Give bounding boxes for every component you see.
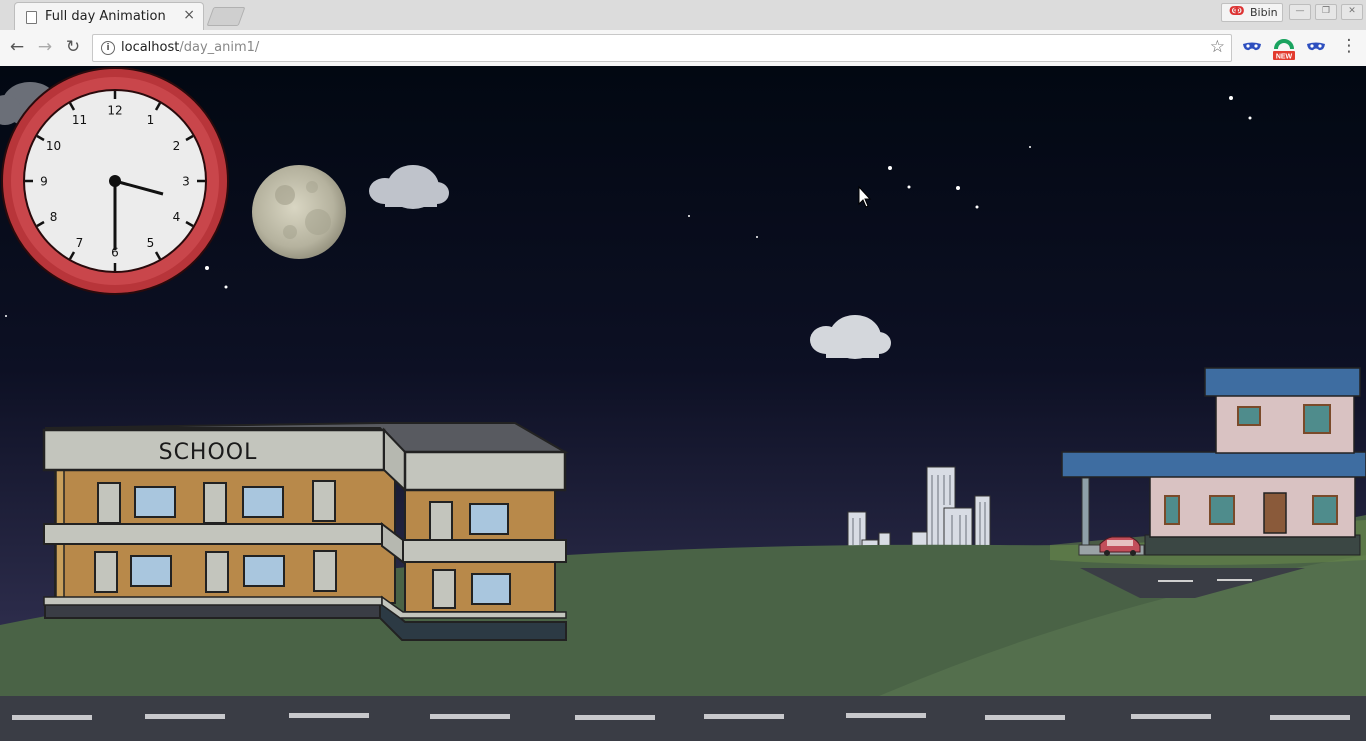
clock-numeral-9: 9	[40, 175, 48, 189]
new-tab-button[interactable]	[206, 7, 246, 26]
star	[224, 285, 228, 289]
browser-chrome: Full day Animation × ↂ Bibin — ❐ ✕ ← → ↻…	[0, 0, 1366, 67]
url-path: /day_anim1/	[179, 40, 260, 55]
school-label: SCHOOL	[159, 440, 258, 465]
site-info-icon[interactable]: i	[101, 41, 115, 55]
tab-full-day-animation[interactable]: Full day Animation ×	[14, 2, 204, 31]
profile-icon: ↂ	[1229, 4, 1245, 18]
mask-extension-icon-2[interactable]	[1305, 38, 1327, 58]
back-button[interactable]: ←	[6, 36, 28, 58]
star	[907, 185, 911, 189]
star	[205, 266, 209, 270]
mask-extension-icon[interactable]	[1241, 38, 1263, 58]
clock-center	[109, 175, 121, 187]
animation-canvas: SCHOOL 12 1 2 3 4 5 6 7 8 9 10 11	[0, 66, 1366, 741]
star	[956, 186, 960, 190]
maximize-window-button[interactable]: ❐	[1315, 4, 1337, 20]
star	[1248, 116, 1252, 120]
browser-menu-icon[interactable]: ⋮	[1340, 36, 1358, 56]
tab-strip: Full day Animation × ↂ Bibin — ❐ ✕	[0, 0, 1366, 31]
star	[756, 236, 758, 238]
reload-button[interactable]: ↻	[62, 36, 84, 58]
night-scene: SCHOOL 121234567891011	[0, 66, 1366, 741]
star	[888, 166, 892, 170]
clock-numeral-7: 7	[76, 236, 84, 250]
url-host: localhost	[121, 40, 180, 55]
page-icon	[26, 11, 37, 24]
profile-name: Bibin	[1250, 6, 1278, 19]
url-text: localhost/day_anim1/	[121, 40, 259, 55]
new-extension-icon[interactable]: NEW	[1272, 36, 1296, 62]
clock-numeral-12: 12	[107, 104, 122, 118]
forward-button[interactable]: →	[34, 36, 56, 58]
clock-numeral-4: 4	[173, 210, 181, 224]
wall-clock: 121234567891011	[1, 67, 229, 295]
moon	[252, 165, 346, 259]
school: SCHOOL	[42, 422, 569, 641]
new-badge-label: NEW	[1276, 54, 1293, 61]
close-window-button[interactable]: ✕	[1341, 4, 1363, 20]
star	[5, 315, 7, 317]
tab-close-icon[interactable]: ×	[183, 7, 195, 23]
address-bar[interactable]: i localhost/day_anim1/ ☆	[92, 34, 1232, 62]
clock-numeral-1: 1	[147, 113, 155, 127]
clock-numeral-3: 3	[182, 175, 190, 189]
tab-title: Full day Animation	[45, 9, 166, 24]
clock-numeral-2: 2	[173, 139, 181, 153]
minimize-window-button[interactable]: —	[1289, 4, 1311, 20]
navigation-bar: ← → ↻ i localhost/day_anim1/ ☆ NEW ⋮	[0, 30, 1366, 66]
clock-numeral-5: 5	[147, 236, 155, 250]
profile-button[interactable]: ↂ Bibin	[1221, 3, 1283, 22]
clock-numeral-8: 8	[50, 210, 58, 224]
clock-numeral-10: 10	[46, 139, 61, 153]
clock-numeral-11: 11	[72, 113, 87, 127]
star	[1029, 146, 1031, 148]
star	[688, 215, 690, 217]
star	[1229, 96, 1233, 100]
star	[975, 205, 979, 209]
bookmark-star-icon[interactable]: ☆	[1210, 37, 1225, 57]
